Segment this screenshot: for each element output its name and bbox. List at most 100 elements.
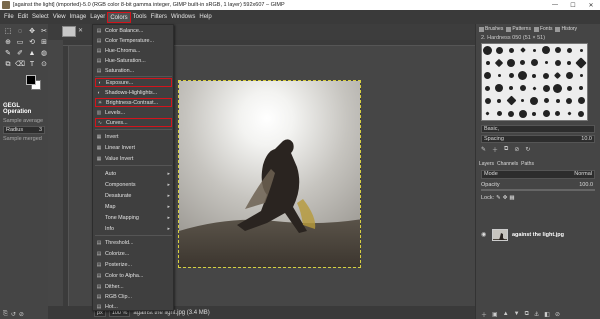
menu-item-value-invert[interactable]: ▦ Value Invert (95, 154, 172, 163)
brush-preset-tile[interactable] (505, 107, 517, 120)
bucket-fill-icon[interactable]: ▲ (27, 49, 37, 58)
brush-preset-tile[interactable] (564, 82, 576, 95)
brush-preset-tile[interactable] (575, 82, 587, 95)
menu-image[interactable]: Image (68, 12, 89, 23)
pencil-icon[interactable]: ✐ (15, 49, 25, 58)
delete-layer-icon[interactable]: ⊘ (555, 311, 560, 318)
tab-fonts[interactable]: Fonts (533, 26, 552, 32)
delete-options-icon[interactable]: ⊘ (19, 311, 24, 318)
transform-icon[interactable]: ▭ (15, 38, 25, 47)
text-tool-icon[interactable]: T (27, 60, 37, 69)
menu-item-posterize[interactable]: ▤ Posterize... (95, 260, 172, 269)
brush-preset-tile[interactable] (529, 107, 541, 120)
brush-preset-tile[interactable] (552, 82, 564, 95)
rotate-icon[interactable]: ⟲ (27, 38, 37, 47)
brush-preset-tile[interactable] (505, 44, 517, 57)
menu-item-dither[interactable]: ▤ Dither... (95, 282, 172, 291)
brush-preset-tile[interactable] (575, 69, 587, 82)
brush-preset-tile[interactable] (482, 69, 494, 82)
tab-paths[interactable]: Paths (521, 161, 534, 167)
brush-preset-tile[interactable] (529, 82, 541, 95)
brush-preset-tile[interactable] (540, 82, 552, 95)
free-select-icon[interactable]: ◌ (15, 27, 25, 36)
raise-layer-icon[interactable]: ▲ (503, 311, 509, 317)
foreground-color-swatch[interactable] (26, 75, 36, 85)
menu-item-curves[interactable]: ∿ Curves... (95, 118, 172, 127)
save-options-icon[interactable]: ⎘ (3, 311, 8, 318)
tab-brushes[interactable]: Brushes (479, 26, 503, 32)
menu-tools[interactable]: Tools (131, 12, 149, 23)
clone-icon[interactable]: ⧉ (3, 60, 13, 69)
menu-item-levels[interactable]: ▥ Levels... (95, 108, 172, 117)
brush-tag-field[interactable]: Basic, (481, 125, 595, 133)
tab-layers[interactable]: Layers (479, 161, 494, 167)
brush-preset-tile[interactable] (494, 44, 506, 57)
brush-preset-tile[interactable] (540, 107, 552, 120)
opacity-slider[interactable]: Opacity 100.0 (481, 182, 595, 191)
menu-item-colorize[interactable]: ▤ Colorize... (95, 249, 172, 258)
brush-preset-tile[interactable] (517, 95, 529, 108)
brush-preset-tile[interactable] (517, 82, 529, 95)
close-button[interactable]: ✕ (582, 0, 600, 10)
move-icon[interactable]: ✥ (27, 27, 37, 36)
visibility-eye-icon[interactable]: ◉ (481, 231, 488, 238)
menu-item-rgb-clip[interactable]: ▤ RGB Clip... (95, 292, 172, 301)
zoom-icon[interactable]: ⊕ (3, 38, 13, 47)
brush-preset-tile[interactable] (494, 69, 506, 82)
brush-preset-tile[interactable] (482, 57, 494, 70)
brush-preset-tile[interactable] (482, 95, 494, 108)
maximize-button[interactable]: ☐ (564, 0, 582, 10)
menu-item-hot[interactable]: ▤ Hot... (95, 302, 172, 311)
duplicate-brush-icon[interactable]: ⧉ (504, 146, 508, 153)
brush-preset-tile[interactable] (540, 44, 552, 57)
brush-preset-tile[interactable] (575, 57, 587, 70)
brush-preset-tile[interactable] (517, 107, 529, 120)
brush-preset-tile[interactable] (564, 107, 576, 120)
menu-item-saturation[interactable]: ▤ Saturation... (95, 66, 172, 75)
brush-preset-tile[interactable] (482, 107, 494, 120)
menu-item-color-balance[interactable]: ▤ Color Balance... (95, 26, 172, 35)
duplicate-layer-icon[interactable]: ⧉ (525, 311, 529, 318)
brush-preset-tile[interactable] (505, 82, 517, 95)
brush-preset-tile[interactable] (517, 57, 529, 70)
brush-preset-tile[interactable] (529, 69, 541, 82)
brush-preset-tile[interactable] (529, 57, 541, 70)
sample-average-checkbox[interactable]: Sample average (0, 117, 48, 125)
anchor-layer-icon[interactable]: ⚓ (534, 311, 539, 318)
brush-preset-tile[interactable] (552, 69, 564, 82)
brush-preset-tile[interactable] (505, 57, 517, 70)
menu-item-map[interactable]: Map ▸ (95, 202, 172, 211)
refresh-brushes-icon[interactable]: ↻ (525, 146, 530, 153)
menu-item-color-temperature[interactable]: ▤ Color Temperature... (95, 36, 172, 45)
brush-preset-tile[interactable] (575, 95, 587, 108)
brush-preset-tile[interactable] (564, 69, 576, 82)
restore-options-icon[interactable]: ↺ (11, 311, 16, 318)
menu-item-linear-invert[interactable]: ▦ Linear Invert (95, 143, 172, 152)
menu-windows[interactable]: Windows (169, 12, 197, 23)
new-layer-icon[interactable]: ＋ (481, 310, 487, 319)
brush-preset-tile[interactable] (494, 107, 506, 120)
layer-item[interactable]: ◉ against the light.jpg (481, 227, 595, 242)
brush-preset-tile[interactable] (552, 44, 564, 57)
minimize-button[interactable]: — (546, 0, 564, 10)
brush-preset-tile[interactable] (494, 95, 506, 108)
menu-layer[interactable]: Layer (88, 12, 107, 23)
layer-mode-select[interactable]: Mode Normal (481, 170, 595, 179)
brush-grid[interactable] (481, 43, 588, 121)
brush-preset-tile[interactable] (575, 107, 587, 120)
radius-field[interactable]: Radius 3 (3, 126, 45, 134)
brush-preset-tile[interactable] (482, 44, 494, 57)
menu-item-components[interactable]: Components ▸ (95, 180, 172, 189)
delete-brush-icon[interactable]: ⊘ (514, 146, 519, 153)
brush-preset-tile[interactable] (517, 44, 529, 57)
menu-item-info[interactable]: Info ▸ (95, 224, 172, 233)
brush-preset-tile[interactable] (564, 57, 576, 70)
brush-preset-tile[interactable] (517, 69, 529, 82)
menu-item-desaturate[interactable]: Desaturate ▸ (95, 191, 172, 200)
menu-item-hue-saturation[interactable]: ▤ Hue-Saturation... (95, 56, 172, 65)
brush-preset-tile[interactable] (505, 69, 517, 82)
menu-item-hue-chroma[interactable]: ▤ Hue-Chroma... (95, 46, 172, 55)
menu-select[interactable]: Select (30, 12, 51, 23)
paintbrush-icon[interactable]: ✎ (3, 49, 13, 58)
rect-select-icon[interactable]: ⬚ (3, 27, 13, 36)
